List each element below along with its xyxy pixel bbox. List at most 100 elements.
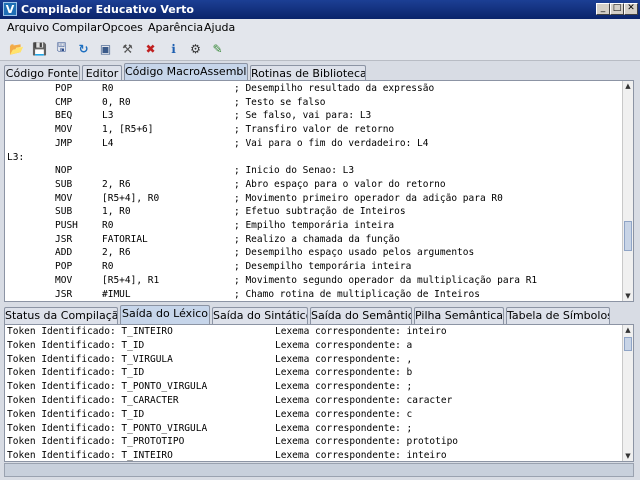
- close-button[interactable]: ✕: [624, 3, 638, 15]
- code-operands: R0: [102, 83, 114, 94]
- token-identified-text: Token Identificado: T_INTEIRO: [7, 326, 173, 337]
- code-operands: 2, R6: [102, 247, 131, 259]
- lexeme-text: Lexema correspondente: inteiro: [275, 450, 447, 462]
- output-vertical-scrollbar[interactable]: ▲ ▼: [622, 325, 633, 461]
- code-comment: ; Transfiro valor de retorno: [234, 124, 395, 136]
- code-operands: L3: [102, 110, 114, 122]
- refresh-icon[interactable]: ↻: [74, 39, 93, 58]
- code-comment: ; Desempilho espaço usado pelos argument…: [234, 247, 475, 259]
- token-identified-text: Token Identificado: T_CARACTER: [7, 395, 179, 406]
- tab-saida-do-sintatico[interactable]: Saída do Sintático: [212, 307, 308, 324]
- exit-icon[interactable]: ✎: [208, 39, 227, 58]
- open-folder-icon[interactable]: 📂: [7, 39, 26, 58]
- code-comment: ; Empilho temporária inteira: [234, 220, 395, 231]
- output-scroll-down-arrow-icon[interactable]: ▼: [623, 451, 633, 461]
- code-comment: ; Abro espaço para o valor do retorno: [234, 178, 446, 190]
- code-opcode: CMP: [55, 96, 73, 108]
- code-comment: ; Vai para o fim do verdadeiro: L4: [234, 137, 429, 149]
- lexeme-text: Lexema correspondente: c: [275, 408, 413, 420]
- output-scroll-thumb[interactable]: [624, 337, 632, 351]
- scroll-down-arrow-icon[interactable]: ▼: [623, 291, 633, 301]
- save-as-icon[interactable]: 🖫: [52, 39, 71, 58]
- app-logo-icon: V: [3, 2, 17, 16]
- code-opcode: MOV: [55, 274, 73, 286]
- code-comment: ; Realizo a chamada da função: [234, 233, 400, 245]
- info-icon[interactable]: ℹ: [164, 39, 183, 58]
- code-operands: FATORIAL: [102, 233, 148, 245]
- code-opcode: JSR: [55, 288, 73, 300]
- token-identified-text: Token Identificado: T_ID: [7, 339, 145, 351]
- tab-status-da-compilacao[interactable]: Status da Compilação: [4, 307, 118, 324]
- maximize-button[interactable]: □: [610, 3, 624, 15]
- lexeme-text: Lexema correspondente: ;: [275, 381, 413, 393]
- code-opcode: POP: [55, 83, 73, 94]
- code-opcode: SUB: [55, 178, 73, 190]
- lexer-output-view[interactable]: Token Identificado: T_INTEIRO Lexema corr…: [4, 324, 634, 462]
- save-icon[interactable]: 💾: [30, 39, 49, 58]
- code-comment: ; Inicio do Senao: L3: [234, 165, 355, 177]
- menu-aparencia[interactable]: Aparência: [148, 21, 203, 34]
- title-bar: V Compilador Educativo Verto _ □ ✕: [0, 0, 640, 19]
- lexeme-text: Lexema correspondente: ;: [275, 422, 413, 434]
- lexeme-text: Lexema correspondente: b: [275, 367, 413, 379]
- menu-ajuda[interactable]: Ajuda: [204, 21, 235, 34]
- window-title: Compilador Educativo Verto: [21, 3, 194, 16]
- code-comment: ; Se falso, vai para: L3: [234, 110, 372, 122]
- code-opcode: ADD: [55, 247, 73, 259]
- code-opcode: BEQ: [55, 110, 73, 122]
- menu-bar: Arquivo Compilar Opcoes Aparência Ajuda: [0, 19, 640, 37]
- code-comment: ; Movimento segundo operador da multipli…: [234, 274, 538, 286]
- lexeme-text: Lexema correspondente: prototipo: [275, 436, 459, 448]
- code-comment: ; Testo se falso: [234, 96, 326, 108]
- code-opcode: POP: [55, 261, 73, 273]
- menu-compilar[interactable]: Compilar: [52, 21, 101, 34]
- code-operands: 2, R6: [102, 178, 131, 190]
- code-opcode: NOP: [55, 165, 73, 177]
- menu-opcoes[interactable]: Opcoes: [102, 21, 143, 34]
- token-identified-text: Token Identificado: T_INTEIRO: [7, 450, 173, 462]
- code-vertical-scrollbar[interactable]: ▲ ▼: [622, 81, 633, 301]
- code-operands: 1, R0: [102, 206, 131, 218]
- lexeme-text: Lexema correspondente: ,: [275, 353, 413, 365]
- code-operands: R0: [102, 261, 114, 273]
- hammer-icon[interactable]: ⚒: [118, 39, 137, 58]
- token-identified-text: Token Identificado: T_PONTO_VIRGULA: [7, 422, 208, 434]
- code-opcode: PUSH: [55, 220, 78, 231]
- minimize-button[interactable]: _: [596, 3, 610, 15]
- assembler-code-view[interactable]: POP R0 ; Desempilho resultado da expressão…: [4, 80, 634, 302]
- tab-tabela-de-simbolos[interactable]: Tabela de Símbolos: [506, 307, 610, 324]
- token-identified-text: Token Identificado: T_PROTOTIPO: [7, 436, 185, 448]
- code-comment: ; Chamo rotina de multiplicação de Intei…: [234, 288, 480, 300]
- code-comment: ; Movimento primeiro operador da adição …: [234, 192, 503, 204]
- status-bar: [4, 463, 634, 477]
- token-identified-text: Token Identificado: T_PONTO_VIRGULA: [7, 381, 208, 393]
- token-identified-text: Token Identificado: T_ID: [7, 367, 145, 379]
- stop-icon[interactable]: ✖: [141, 39, 160, 58]
- token-identified-text: Token Identificado: T_ID: [7, 408, 145, 420]
- lexeme-text: Lexema correspondente: caracter: [275, 395, 453, 406]
- settings-icon[interactable]: ⚙: [186, 39, 205, 58]
- scroll-up-arrow-icon[interactable]: ▲: [623, 81, 633, 91]
- code-opcode: JMP: [55, 137, 73, 149]
- tab-saida-do-lexico[interactable]: Saída do Léxico: [120, 305, 210, 324]
- code-operands: 1, [R5+6]: [102, 124, 154, 136]
- code-operands: [R5+4], R0: [102, 192, 160, 204]
- output-tab-strip: Status da Compilação Saída do Léxico Saí…: [0, 305, 640, 325]
- lexeme-text: Lexema correspondente: inteiro: [275, 326, 447, 337]
- code-operands: #IMUL: [102, 288, 131, 300]
- code-comment: ; Desempilho temporária inteira: [234, 261, 412, 273]
- code-comment: ; Efetuo subtração de Inteiros: [234, 206, 406, 218]
- lexeme-text: Lexema correspondente: a: [275, 339, 413, 351]
- code-operands: 0, R0: [102, 96, 131, 108]
- code-opcode: MOV: [55, 124, 73, 136]
- code-label: L3:: [7, 151, 25, 163]
- scroll-thumb[interactable]: [624, 221, 632, 251]
- tab-saida-do-semantico[interactable]: Saída do Semântico: [310, 307, 412, 324]
- build-icon[interactable]: ▣: [96, 39, 115, 58]
- menu-arquivo[interactable]: Arquivo: [7, 21, 49, 34]
- output-scroll-up-arrow-icon[interactable]: ▲: [623, 325, 633, 335]
- toolbar: 📂 💾 🖫 ↻ ▣ ⚒ ✖ ℹ ⚙ ✎: [0, 37, 640, 61]
- code-operands: L4: [102, 137, 114, 149]
- code-operands: R0: [102, 220, 114, 231]
- tab-pilha-semantica[interactable]: Pilha Semântica: [414, 307, 504, 324]
